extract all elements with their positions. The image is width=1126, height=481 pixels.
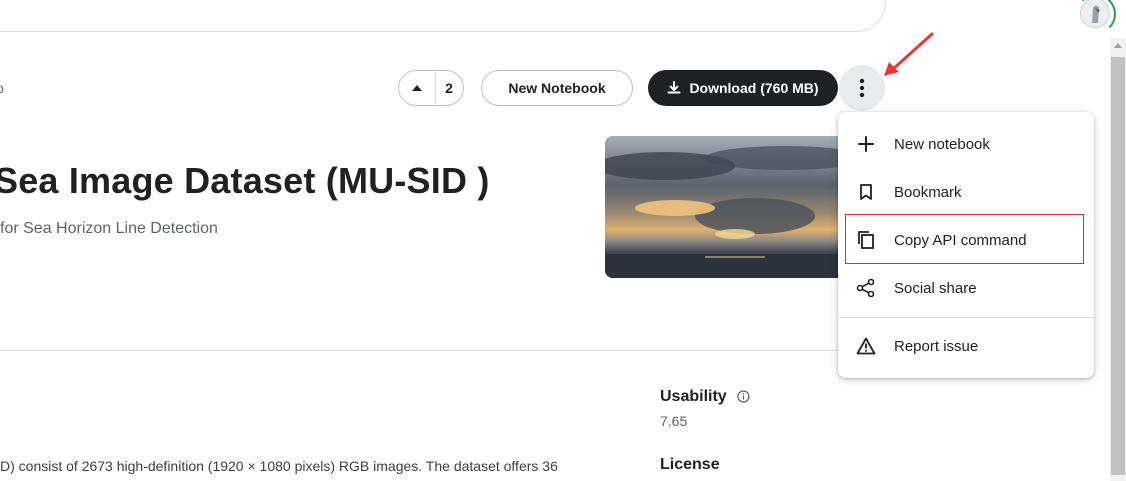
menu-item-social-share[interactable]: Social share (838, 264, 1094, 312)
scroll-up-arrow[interactable] (1110, 38, 1126, 54)
avatar-image-icon (1081, 0, 1109, 27)
breadcrumb-fragment: o (0, 80, 4, 96)
more-vertical-icon (859, 78, 865, 98)
section-divider (0, 350, 838, 351)
dataset-cover-image (605, 136, 855, 278)
download-label: Download (760 MB) (689, 80, 819, 96)
upvote-button[interactable] (399, 71, 436, 105)
new-notebook-button[interactable]: New Notebook (481, 70, 633, 106)
download-icon (667, 81, 681, 94)
warning-icon (854, 334, 878, 358)
menu-item-label: New notebook (894, 135, 990, 153)
usability-label: Usability (660, 388, 727, 405)
share-icon (854, 276, 878, 300)
menu-item-report-issue[interactable]: Report issue (838, 322, 1094, 370)
scrollbar-thumb[interactable] (1111, 57, 1125, 475)
menu-item-bookmark[interactable]: Bookmark (838, 168, 1094, 216)
search-bar[interactable] (0, 0, 886, 32)
annotation-highlight-box (845, 214, 1084, 264)
menu-item-label: Social share (894, 279, 977, 297)
license-label: License (660, 456, 720, 473)
annotation-arrow-icon (884, 32, 934, 76)
dataset-title: Sea Image Dataset (MU-SID ) (0, 160, 490, 201)
dataset-description: D) consist of 2673 high-definition (1920… (0, 458, 558, 474)
dataset-subtitle: for Sea Horizon Line Detection (0, 220, 218, 237)
plus-icon (854, 132, 878, 156)
menu-item-label: Report issue (894, 337, 979, 355)
download-button[interactable]: Download (760 MB) (648, 70, 838, 106)
upvote-triangle-icon (412, 85, 422, 91)
upvote-count: 2 (445, 80, 453, 96)
sunset-sea-image-icon (605, 136, 855, 278)
upvote-control: 2 (398, 70, 464, 106)
menu-separator (838, 317, 1094, 318)
usability-value: 7.65 (660, 413, 688, 429)
menu-item-label: Bookmark (894, 183, 962, 201)
info-icon[interactable] (737, 390, 750, 403)
bookmark-icon (854, 180, 878, 204)
menu-item-new-notebook[interactable]: New notebook (838, 120, 1094, 168)
